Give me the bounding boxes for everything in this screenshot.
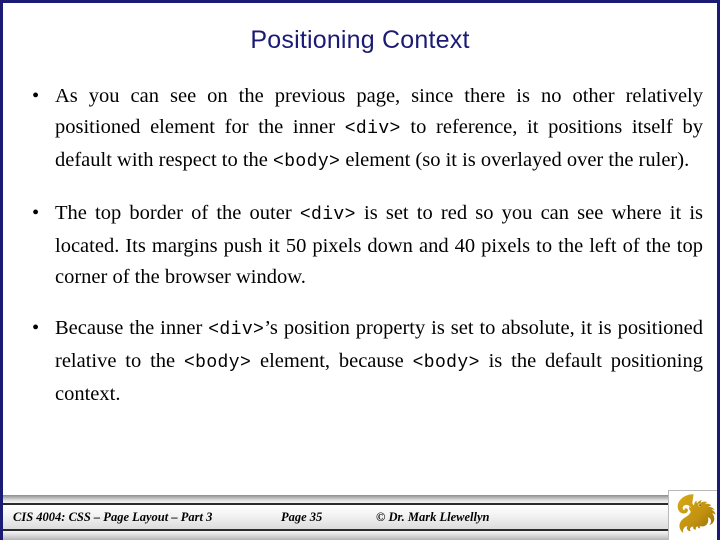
code-body-3a: <body> [183,353,252,373]
bullet-text-2: The top border of the outer <div> is set… [55,198,703,293]
pegasus-icon [677,494,716,533]
bullet-3-seg-4: element, because [251,350,413,372]
footer-page-number: Page 35 [281,510,323,524]
bullet-list: • As you can see on the previous page, s… [27,81,703,410]
bullet-marker: • [32,202,40,224]
footer-bottom-gradient [3,531,717,540]
bullet-text-1: As you can see on the previous page, sin… [55,81,703,178]
list-item: • As you can see on the previous page, s… [27,81,703,178]
footer-copyright: © Dr. Mark Llewellyn [376,510,490,524]
bullet-marker: • [32,317,40,339]
code-div-3: <div> [208,320,265,340]
code-body-1: <body> [273,152,341,172]
ucf-pegasus-logo [668,490,717,540]
list-item: • Because the inner <div>’s position pro… [27,313,703,410]
slide: Positioning Context • As you can see on … [0,0,720,540]
list-item: • The top border of the outer <div> is s… [27,198,703,293]
bullet-marker: • [32,85,40,107]
bullet-3-seg-0: Because the inner [55,317,209,339]
footer-course-label: CIS 4004: CSS – Page Layout – Part 3 [13,510,213,524]
code-body-3b: <body> [412,353,480,373]
footer-top-gradient [3,495,717,503]
bullet-2-seg-0: The top border of the outer [55,202,300,224]
bullet-text-3: Because the inner <div>’s position prope… [55,313,703,410]
code-div-2: <div> [299,205,356,225]
bullet-1-seg-4: element (so it is overlayed over the rul… [340,149,690,171]
slide-footer: CIS 4004: CSS – Page Layout – Part 3 Pag… [3,495,717,540]
code-div-1: <div> [344,119,401,139]
page-title: Positioning Context [250,26,470,54]
